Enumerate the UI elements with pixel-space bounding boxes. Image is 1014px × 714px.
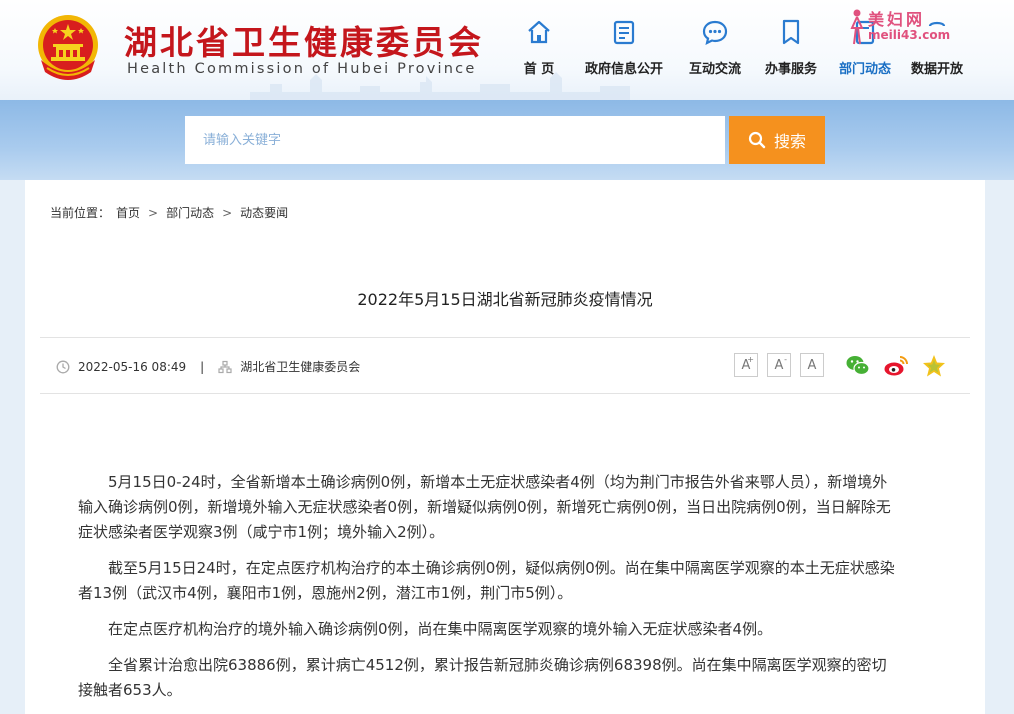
home-icon xyxy=(528,20,550,44)
chat-bubble-icon xyxy=(702,20,728,46)
article-meta-bar: 2022-05-16 08:49 | 湖北省卫生健康委员会 A + A- A xyxy=(40,337,970,394)
article-panel: 当前位置： 首页 > 部门动态 > 动态要闻 2022年5月15日湖北省新冠肺炎… xyxy=(25,180,985,714)
national-emblem-logo xyxy=(38,15,98,80)
article-paragraph: 在定点医疗机构治疗的境外输入确诊病例0例，尚在集中隔离医学观察的境外输入无症状感… xyxy=(108,620,773,638)
nav-item-services[interactable]: 办事服务 xyxy=(755,14,827,84)
watermark: 美妇网 meili43.com xyxy=(848,6,960,50)
share-buttons xyxy=(845,353,959,379)
article-paragraph: 全省累计治愈出院63886例，累计病亡4512例，累计报告新冠肺炎确诊病例683… xyxy=(78,656,887,699)
article-paragraph: 5月15日0-24时，全省新增本土确诊病例0例，新增本土无症状感染者4例（均为荆… xyxy=(78,473,891,541)
font-decrease-button[interactable]: A- xyxy=(767,353,791,377)
breadcrumb-separator: > xyxy=(148,205,159,220)
breadcrumb-prefix: 当前位置： xyxy=(50,206,111,220)
nav-label-department: 部门动态 xyxy=(838,62,891,77)
document-list-icon xyxy=(613,20,635,45)
breadcrumb-department-link[interactable]: 部门动态 xyxy=(166,204,214,221)
breadcrumb-home-link[interactable]: 首页 xyxy=(116,204,140,221)
meta-divider: | xyxy=(200,359,205,374)
site-header: 湖北省卫生健康委员会 Health Commission of Hubei Pr… xyxy=(0,0,1014,100)
article-date: 2022-05-16 08:49 xyxy=(78,359,187,374)
article-meta: 2022-05-16 08:49 | 湖北省卫生健康委员会 xyxy=(56,358,360,375)
search-button[interactable]: 搜索 xyxy=(729,116,825,164)
watermark-text: 美妇网 xyxy=(868,10,926,29)
clock-icon xyxy=(56,360,70,373)
search-input[interactable] xyxy=(185,116,725,164)
nav-label-interaction: 互动交流 xyxy=(688,62,741,77)
wechat-share-icon[interactable] xyxy=(845,353,871,379)
breadcrumb-news-link[interactable]: 动态要闻 xyxy=(240,204,288,221)
nav-item-interaction[interactable]: 互动交流 xyxy=(675,14,755,84)
watermark-figure-icon xyxy=(850,9,864,45)
search-button-label: 搜索 xyxy=(773,132,806,151)
site-title-english: Health Commission of Hubei Province xyxy=(127,61,477,77)
favorite-star-icon[interactable] xyxy=(921,353,947,379)
organization-icon xyxy=(218,360,232,373)
breadcrumb-separator: > xyxy=(222,205,233,220)
nav-item-gov-info[interactable]: 政府信息公开 xyxy=(573,14,675,84)
nav-label-open-data: 数据开放 xyxy=(910,62,963,77)
article-title: 2022年5月15日湖北省新冠肺炎疫情情况 xyxy=(357,290,653,309)
bookmark-icon xyxy=(782,19,800,45)
nav-item-home[interactable]: 首 页 xyxy=(505,14,573,84)
font-reset-button[interactable]: A xyxy=(800,353,824,377)
article-body: 5月15日0-24时，全省新增本土确诊病例0例，新增本土无症状感染者4例（均为荆… xyxy=(78,470,898,714)
weibo-share-icon[interactable] xyxy=(883,353,909,379)
article-source: 湖北省卫生健康委员会 xyxy=(240,360,361,374)
font-increase-button[interactable]: A + xyxy=(734,353,758,377)
watermark-url: meili43.com xyxy=(868,28,951,42)
nav-label-gov-info: 政府信息公开 xyxy=(584,62,663,77)
font-size-controls: A + A- A xyxy=(734,353,833,377)
article-paragraph: 截至5月15日24时，在定点医疗机构治疗的本土确诊病例0例，疑似病例0例。尚在集… xyxy=(78,559,895,602)
breadcrumb: 当前位置： 首页 > 部门动态 > 动态要闻 xyxy=(50,204,288,221)
site-title-chinese: 湖北省卫生健康委员会 xyxy=(124,23,484,62)
search-icon xyxy=(748,131,766,149)
plus-icon: + xyxy=(747,355,754,364)
nav-label-home: 首 页 xyxy=(523,62,555,77)
nav-label-services: 办事服务 xyxy=(764,62,817,77)
minus-icon: - xyxy=(784,355,787,364)
